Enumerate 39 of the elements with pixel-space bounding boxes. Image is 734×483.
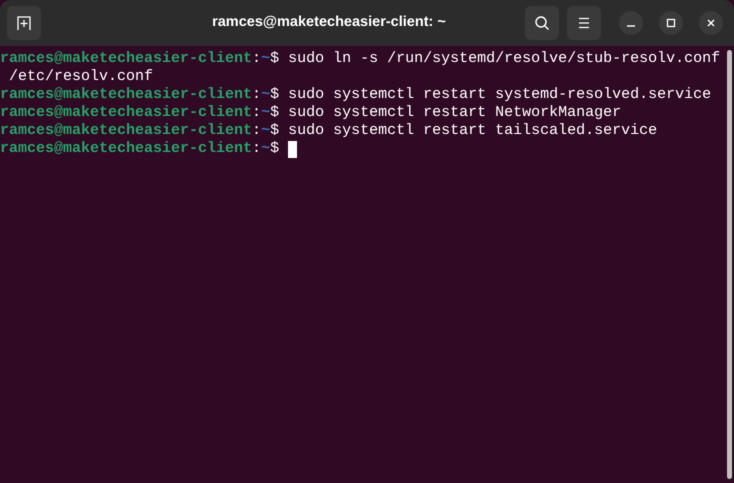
maximize-icon: [666, 18, 676, 28]
prompt-user-host: ramces@maketecheasier-client: [0, 122, 252, 140]
window-title: ramces@maketecheasier-client: ~: [212, 13, 446, 32]
menu-button[interactable]: [567, 6, 601, 40]
command-output: /etc/resolv.conf: [8, 68, 154, 86]
minimize-button[interactable]: [619, 11, 643, 35]
scrollbar[interactable]: [726, 50, 732, 479]
search-icon: [534, 15, 550, 31]
menu-icon: [577, 17, 591, 29]
prompt-symbol: $: [270, 140, 280, 158]
command-text: sudo systemctl restart systemd-resolved.service: [288, 86, 712, 104]
prompt-user-host: ramces@maketecheasier-client: [0, 86, 252, 104]
command-text: sudo ln -s /run/systemd/resolve/stub-resolv.conf: [288, 50, 720, 68]
close-button[interactable]: [699, 11, 723, 35]
maximize-button[interactable]: [659, 11, 683, 35]
prompt-separator: :: [252, 140, 262, 158]
prompt-path: ~: [261, 86, 270, 104]
prompt-separator: :: [252, 86, 262, 104]
prompt-path: ~: [261, 140, 270, 158]
prompt-user-host: ramces@maketecheasier-client: [0, 50, 252, 68]
prompt-user-host: ramces@maketecheasier-client: [0, 140, 252, 158]
prompt-path: ~: [261, 104, 270, 122]
minimize-icon: [627, 25, 635, 27]
new-tab-button[interactable]: [7, 6, 41, 40]
prompt-separator: :: [252, 122, 262, 140]
new-tab-icon: [16, 15, 32, 31]
prompt-symbol: $: [270, 86, 280, 104]
prompt-path: ~: [261, 50, 270, 68]
prompt-user-host: ramces@maketecheasier-client: [0, 104, 252, 122]
prompt-symbol: $: [270, 104, 280, 122]
search-button[interactable]: [525, 6, 559, 40]
prompt-symbol: $: [270, 50, 280, 68]
prompt-separator: :: [252, 50, 262, 68]
prompt-path: ~: [261, 122, 270, 140]
prompt-separator: :: [252, 104, 262, 122]
command-text: sudo systemctl restart tailscaled.service: [288, 122, 658, 140]
prompt-symbol: $: [270, 122, 280, 140]
close-icon: [706, 18, 716, 28]
command-text: sudo systemctl restart NetworkManager: [288, 104, 622, 122]
